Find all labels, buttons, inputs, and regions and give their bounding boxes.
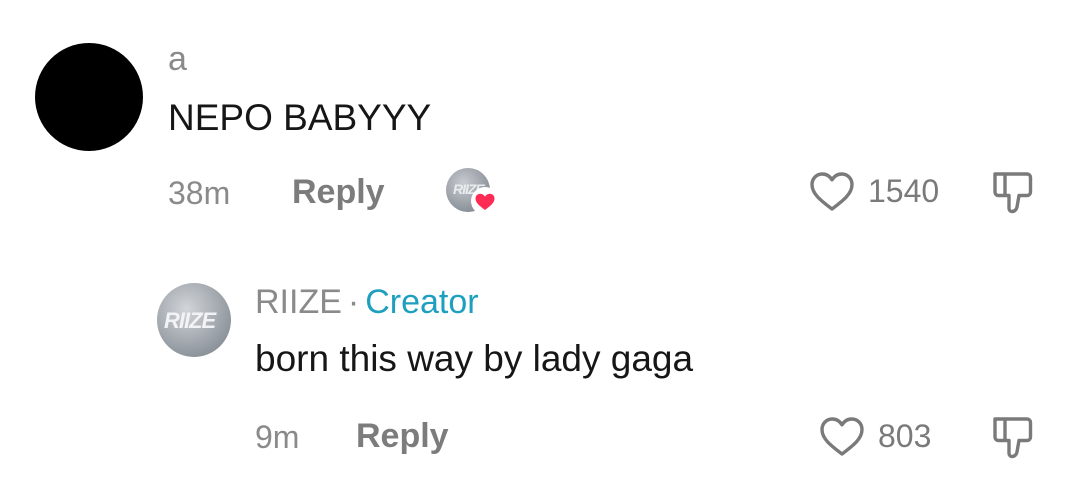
reply-to-reply-button[interactable]: Reply (356, 413, 449, 459)
like-count: 1540 (868, 173, 940, 209)
reply-timestamp: 9m (255, 419, 300, 455)
reply-username[interactable]: RIIZE (255, 283, 342, 321)
creator-avatar[interactable]: RIIZE (157, 283, 231, 357)
creator-avatar-text: RIIZE (164, 308, 216, 333)
creator-badge: Creator (365, 283, 479, 321)
dislike-icon[interactable] (990, 169, 1036, 217)
reply-text: born this way by lady gaga (255, 338, 694, 379)
like-button[interactable]: 1540 (808, 169, 939, 213)
reply-button[interactable]: Reply (292, 169, 385, 215)
heart-badge-icon (471, 187, 499, 215)
commenter-avatar[interactable] (35, 43, 143, 151)
commenter-username[interactable]: a (168, 36, 187, 82)
separator-dot: · (347, 283, 360, 321)
heart-outline-icon (820, 417, 864, 456)
liked-by-creator-indicator: RIIZE (446, 168, 499, 216)
heart-outline-icon (810, 172, 854, 211)
comment-timestamp: 38m (168, 175, 231, 211)
reply-like-count: 803 (878, 418, 932, 454)
comment-text: NEPO BABYYY (168, 97, 432, 138)
dislike-icon[interactable] (990, 414, 1036, 462)
reply-header: RIIZE · Creator (255, 280, 479, 324)
reply-like-button[interactable]: 803 (818, 414, 931, 458)
